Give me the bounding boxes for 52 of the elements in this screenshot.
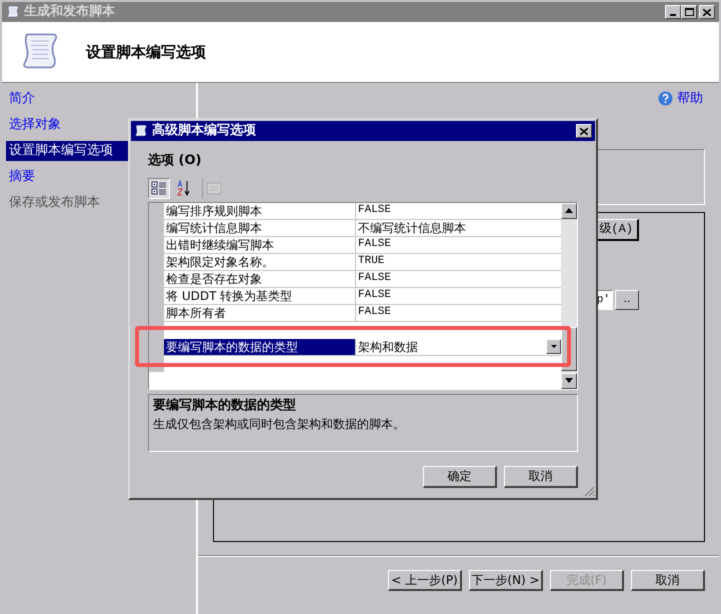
close-icon — [580, 128, 588, 134]
minimize-icon — [670, 14, 676, 16]
maximize-button[interactable] — [681, 5, 697, 19]
property-name[interactable]: 编写排序规则脚本 — [164, 202, 356, 218]
property-name[interactable]: 将 UDDT 转换为基类型 — [164, 288, 356, 304]
close-button[interactable] — [699, 5, 715, 19]
dropdown-button[interactable] — [546, 339, 561, 354]
sort-az-icon — [176, 180, 192, 196]
page-heading: 设置脚本编写选项 — [86, 42, 206, 63]
maximize-icon — [684, 8, 694, 16]
help-link[interactable]: 帮助 — [658, 89, 703, 108]
help-icon — [658, 91, 673, 106]
property-name[interactable]: 脚本所有者 — [164, 304, 356, 320]
dialog-button[interactable]: 确定 — [423, 466, 497, 488]
browse-button[interactable]: .. — [615, 290, 639, 310]
description-title: 要编写脚本的数据的类型 — [153, 396, 297, 414]
up-arrow-icon — [565, 208, 573, 213]
scroll-icon — [134, 124, 148, 138]
scroll-down-button[interactable] — [561, 372, 577, 388]
property-name[interactable]: 要编写脚本的数据的类型 — [164, 338, 356, 354]
categorized-icon — [151, 180, 167, 196]
property-value[interactable]: 不编写统计信息脚本 — [356, 220, 561, 236]
nav-item[interactable]: 简介 — [6, 89, 192, 109]
dialog-button[interactable]: 取消 — [504, 466, 578, 488]
property-value[interactable]: FALSE — [356, 270, 561, 286]
scroll-up-button[interactable] — [561, 202, 577, 218]
property-value[interactable]: FALSE — [356, 236, 561, 252]
property-value[interactable]: FALSE — [356, 304, 561, 320]
down-arrow-icon — [565, 378, 573, 383]
caret-icon — [550, 345, 556, 348]
property-name[interactable]: 出错时继续编写脚本 — [164, 236, 356, 252]
property-name[interactable]: 架构限定对象名称。 — [164, 254, 356, 270]
property-name[interactable]: 检查是否存在对象 — [164, 270, 356, 286]
dialog-title: 高级脚本编写选项 — [152, 122, 256, 140]
property-pages-icon — [206, 180, 222, 196]
scrollbar[interactable] — [561, 202, 577, 388]
resize-grip-icon — [583, 485, 595, 497]
close-icon — [703, 8, 711, 16]
wizard-button[interactable]: 下一步(N) > — [469, 570, 543, 590]
scroll-icon — [6, 5, 20, 19]
property-value[interactable]: TRUE — [356, 254, 561, 270]
property-value[interactable]: 架构和数据 — [356, 338, 561, 354]
dialog-close-button[interactable] — [576, 124, 592, 138]
description-text: 生成仅包含架构或同时包含架构和数据的脚本。 — [153, 416, 406, 433]
window-title: 生成和发布脚本 — [24, 3, 115, 22]
property-name[interactable]: 编写统计信息脚本 — [164, 220, 356, 236]
property-value[interactable]: FALSE — [356, 288, 561, 304]
property-value[interactable]: FALSE — [356, 202, 561, 218]
wizard-button[interactable]: 取消 — [631, 570, 705, 590]
wizard-button[interactable]: < 上一步(P) — [388, 570, 462, 590]
minimize-button[interactable] — [665, 5, 681, 19]
toolbar-button[interactable] — [148, 178, 170, 198]
